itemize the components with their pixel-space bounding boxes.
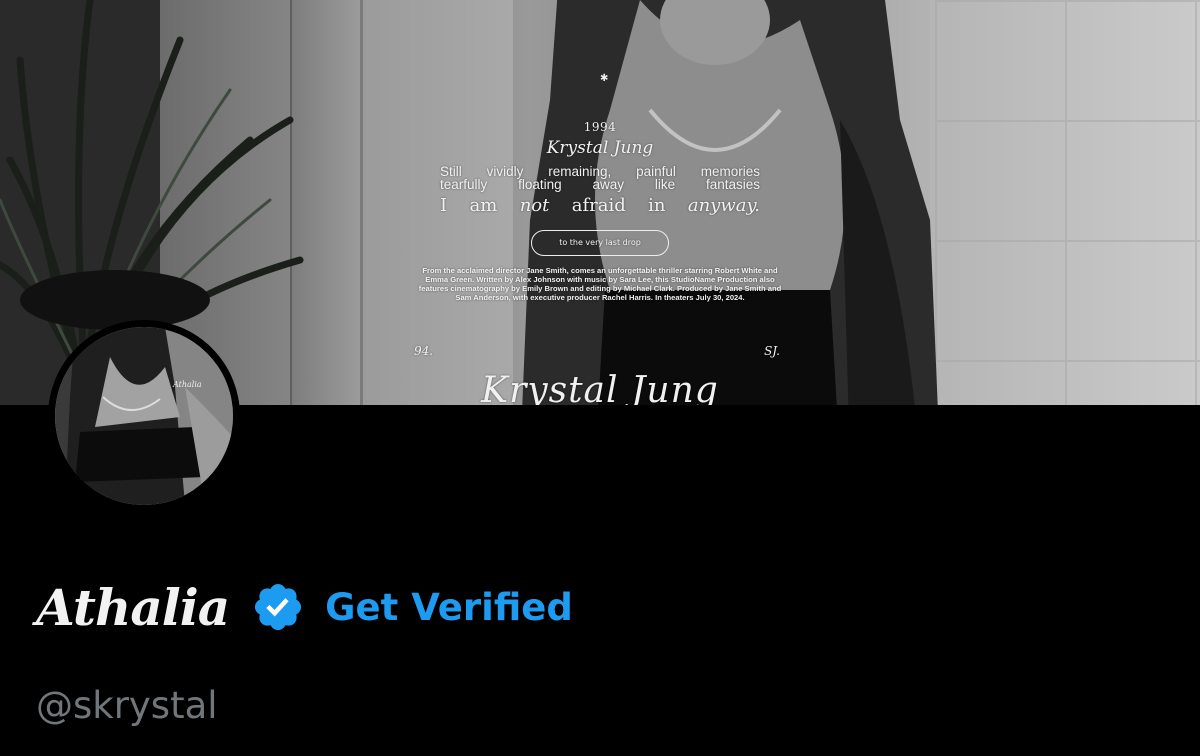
get-verified-link[interactable]: Get Verified	[325, 586, 573, 629]
wall-tiles	[935, 0, 1200, 405]
display-name: Athalia	[36, 577, 230, 637]
poster-word: am	[469, 195, 498, 216]
poster-credits: From the acclaimed director Jane Smith, …	[418, 266, 782, 302]
avatar[interactable]: Athalia	[48, 320, 240, 512]
poster-pill: to the very last drop	[531, 230, 669, 256]
verified-badge-icon[interactable]	[251, 580, 305, 634]
poster-corner-right: SJ.	[764, 344, 780, 358]
banner-poster-text: 1994 Krystal Jung Still vividly remainin…	[380, 115, 820, 405]
poster-line-2: tearfully floating away like fantasies	[440, 177, 760, 192]
star-mark-icon: ✱	[600, 73, 609, 84]
poster-word: I	[440, 195, 448, 216]
poster-year: 1994	[583, 120, 617, 134]
avatar-watermark: Athalia	[172, 380, 202, 389]
poster-word: afraid	[571, 195, 626, 216]
avatar-photo: Athalia	[55, 327, 233, 505]
poster-word: not	[519, 195, 550, 216]
display-name-row: Athalia Get Verified	[36, 572, 573, 642]
poster-afraid-line: I am not afraid in anyway.	[440, 195, 760, 216]
poster-word: in	[648, 195, 666, 216]
user-handle: @skrystal	[36, 684, 218, 727]
poster-name: Krystal Jung	[546, 138, 654, 158]
poster-corner-left: 94.	[414, 344, 434, 358]
poster-big-name: Krystal Jung	[481, 370, 719, 405]
poster-word: anyway.	[687, 195, 760, 216]
avatar-image: Athalia	[55, 327, 233, 505]
